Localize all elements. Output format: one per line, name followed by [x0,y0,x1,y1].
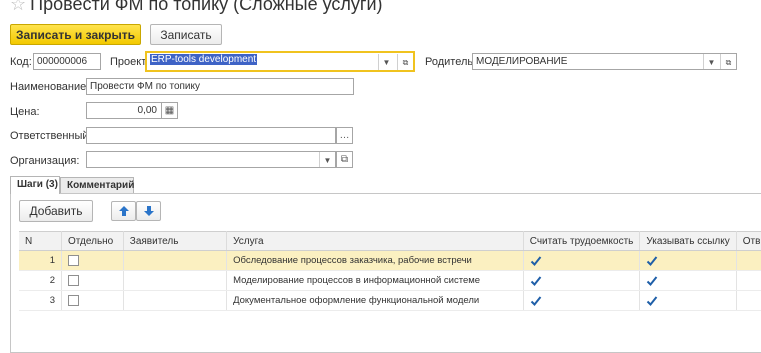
table-row[interactable]: 1 Обследование процессов заказчика, рабоч… [19,250,761,271]
organization-dropdown-icon[interactable]: ▼ [319,152,335,167]
name-label: Наименование: [10,81,90,93]
checkmark-icon [647,275,658,286]
table-row[interactable]: 2 Моделирование процессов в информационно… [19,270,761,291]
column-header-applicant[interactable]: Заявитель [123,231,228,251]
project-value: ERP-tools development [150,54,258,65]
checkmark-icon [530,255,541,266]
cell-separate[interactable] [61,270,124,291]
checkmark-icon [647,295,658,306]
cell-separate[interactable] [61,250,124,271]
responsible-label: Ответственный: [10,130,92,142]
calculator-icon[interactable]: ▦ [161,102,178,119]
project-field[interactable]: ERP-tools development ▼ ⧉ [145,51,415,72]
steps-table: N Отдельно Заявитель Услуга Считать труд… [19,231,761,311]
parent-open-icon[interactable]: ⧉ [720,54,736,69]
cell-count-labor[interactable] [523,250,641,271]
cell-n[interactable]: 3 [19,290,63,311]
cell-specify-link[interactable] [639,250,737,271]
cell-n[interactable]: 1 [19,250,63,271]
cell-count-labor[interactable] [523,290,641,311]
separate-checkbox[interactable] [68,254,80,266]
column-header-responsible[interactable]: Отв [736,231,761,251]
add-step-button[interactable]: Добавить [19,200,93,222]
cell-n[interactable]: 2 [19,270,63,291]
column-header-service[interactable]: Услуга [226,231,524,251]
window-title-text: Провести ФМ по топику (Сложные услуги) [30,0,383,14]
parent-dropdown-icon[interactable]: ▼ [703,54,719,69]
table-header: N Отдельно Заявитель Услуга Считать труд… [19,231,761,251]
column-header-n[interactable]: N [19,231,63,251]
code-field[interactable]: 000000006 [33,53,101,70]
separate-checkbox[interactable] [68,274,80,286]
table-row[interactable]: 3 Документальное оформление функционально… [19,290,761,311]
cell-specify-link[interactable] [639,290,737,311]
checkmark-icon [647,255,658,266]
column-header-separate[interactable]: Отдельно [61,231,124,251]
cell-service[interactable]: Обследование процессов заказчика, рабочи… [226,250,524,271]
cell-responsible[interactable] [736,250,761,271]
responsible-select-button[interactable]: … [336,127,353,144]
move-up-button[interactable] [111,201,136,221]
cell-separate[interactable] [61,290,124,311]
parent-value: МОДЕЛИРОВАНИЕ [476,56,568,67]
responsible-field[interactable] [86,127,336,144]
cell-specify-link[interactable] [639,270,737,291]
cell-applicant[interactable] [123,250,228,271]
arrow-up-icon [118,206,129,216]
price-field[interactable]: 0,00 [86,102,162,119]
favorite-star-icon[interactable]: ☆ [10,0,26,14]
cell-responsible[interactable] [736,270,761,291]
column-header-specify-link[interactable]: Указывать ссылку [639,231,737,251]
organization-label: Организация: [10,155,80,167]
column-header-count-labor[interactable]: Считать трудоемкость [523,231,641,251]
organization-open-icon[interactable]: ⧉ [336,151,353,168]
cell-service[interactable]: Документальное оформление функциональной… [226,290,524,311]
tab-steps[interactable]: Шаги (3) [10,176,60,194]
parent-field[interactable]: МОДЕЛИРОВАНИЕ ▼ ⧉ [472,53,737,70]
cell-applicant[interactable] [123,290,228,311]
checkmark-icon [530,295,541,306]
cell-count-labor[interactable] [523,270,641,291]
cell-responsible[interactable] [736,290,761,311]
cell-applicant[interactable] [123,270,228,291]
code-label: Код: [10,56,32,68]
save-button[interactable]: Записать [150,24,222,45]
project-label: Проект: [110,56,150,68]
arrow-down-icon [143,206,154,216]
project-open-icon[interactable]: ⧉ [397,54,413,70]
tab-comment[interactable]: Комментарий [60,177,134,194]
cell-service[interactable]: Моделирование процессов в информационной… [226,270,524,291]
parent-label: Родитель: [425,56,477,68]
price-label: Цена: [10,106,40,118]
move-down-button[interactable] [136,201,161,221]
name-field[interactable]: Провести ФМ по топику [86,78,354,95]
save-and-close-button[interactable]: Записать и закрыть [10,24,141,45]
window-title: ☆ Провести ФМ по топику (Сложные услуги) [10,0,383,15]
separate-checkbox[interactable] [68,294,80,306]
checkmark-icon [530,275,541,286]
project-dropdown-icon[interactable]: ▼ [378,54,394,70]
organization-field[interactable]: ▼ [86,151,336,168]
